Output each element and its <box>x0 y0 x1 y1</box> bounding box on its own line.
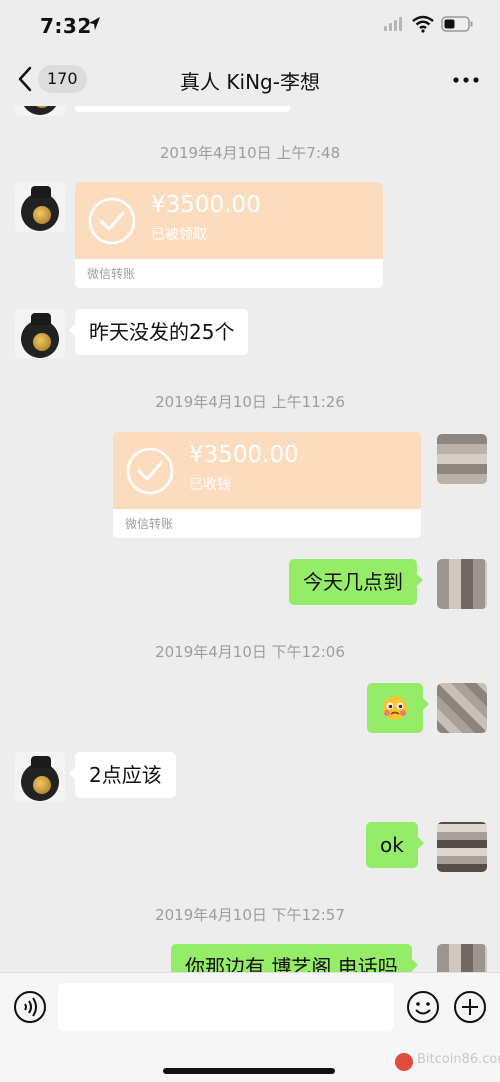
voice-icon[interactable] <box>13 990 47 1024</box>
timestamp: 2019年4月10日 下午12:06 <box>155 643 345 661</box>
contact-avatar[interactable] <box>15 106 65 116</box>
transfer-caption: 微信转账 <box>125 517 174 531</box>
location-arrow-icon <box>89 17 100 30</box>
contact-avatar[interactable] <box>15 752 65 802</box>
more-icon[interactable] <box>452 76 480 84</box>
emoji-message[interactable] <box>367 683 429 733</box>
transfer-amount: ¥3500.00 <box>151 192 261 218</box>
transfer-status: 已收钱 <box>189 477 231 493</box>
message-list[interactable]: 2019年4月10日 上午7:48 ¥3500.00 已被领取 微信转账 昨天没… <box>0 106 500 972</box>
battery-icon <box>441 16 473 32</box>
signal-icon <box>384 17 402 31</box>
status-time: 7:32 <box>40 14 92 38</box>
transfer-amount: ¥3500.00 <box>189 442 299 468</box>
check-circle-icon <box>88 197 136 245</box>
chat-title: 真人 KiNg-李想 <box>180 70 320 94</box>
contact-avatar[interactable] <box>15 309 65 359</box>
transfer-status: 已被领取 <box>151 227 207 243</box>
message-bubble[interactable]: ok <box>366 822 424 868</box>
watermark-logo <box>395 1053 413 1071</box>
timestamp: 2019年4月10日 下午12:57 <box>155 906 345 924</box>
my-avatar[interactable] <box>437 434 487 484</box>
timestamp: 2019年4月10日 上午11:26 <box>155 393 345 411</box>
transfer-card[interactable]: ¥3500.00 已收钱 微信转账 <box>113 432 421 538</box>
message-bubble[interactable]: 昨天没发的25个 <box>68 309 249 355</box>
contact-avatar[interactable] <box>15 182 65 232</box>
plus-icon[interactable] <box>453 990 487 1024</box>
timestamp: 2019年4月10日 上午7:48 <box>159 144 341 162</box>
message-bubble[interactable]: 你那边有 博艺阁 电话吗 <box>171 944 418 972</box>
home-indicator[interactable] <box>163 1068 335 1074</box>
my-avatar[interactable] <box>437 944 487 972</box>
transfer-card[interactable]: ¥3500.00 已被领取 微信转账 <box>75 182 383 288</box>
previous-message-fragment <box>75 106 290 112</box>
emoji-icon[interactable] <box>406 990 440 1024</box>
chat-header: 170 真人 KiNg-李想 <box>0 52 500 106</box>
transfer-caption: 微信转账 <box>87 267 136 281</box>
message-bubble[interactable]: 2点应该 <box>69 752 176 798</box>
status-bar: 7:32 <box>0 0 500 52</box>
my-avatar[interactable] <box>437 683 487 733</box>
wifi-icon <box>412 15 434 33</box>
back-chevron-icon[interactable] <box>16 66 34 92</box>
emoji-face-icon <box>383 696 407 720</box>
input-bar: Bitcoin86.com <box>0 972 500 1082</box>
my-avatar[interactable] <box>437 559 487 609</box>
my-avatar[interactable] <box>437 822 487 872</box>
watermark-text: Bitcoin86.com <box>417 1052 500 1067</box>
check-circle-icon <box>126 447 174 495</box>
message-bubble[interactable]: 今天几点到 <box>289 559 423 605</box>
message-input[interactable] <box>58 983 394 1031</box>
back-unread-count[interactable]: 170 <box>38 65 87 93</box>
